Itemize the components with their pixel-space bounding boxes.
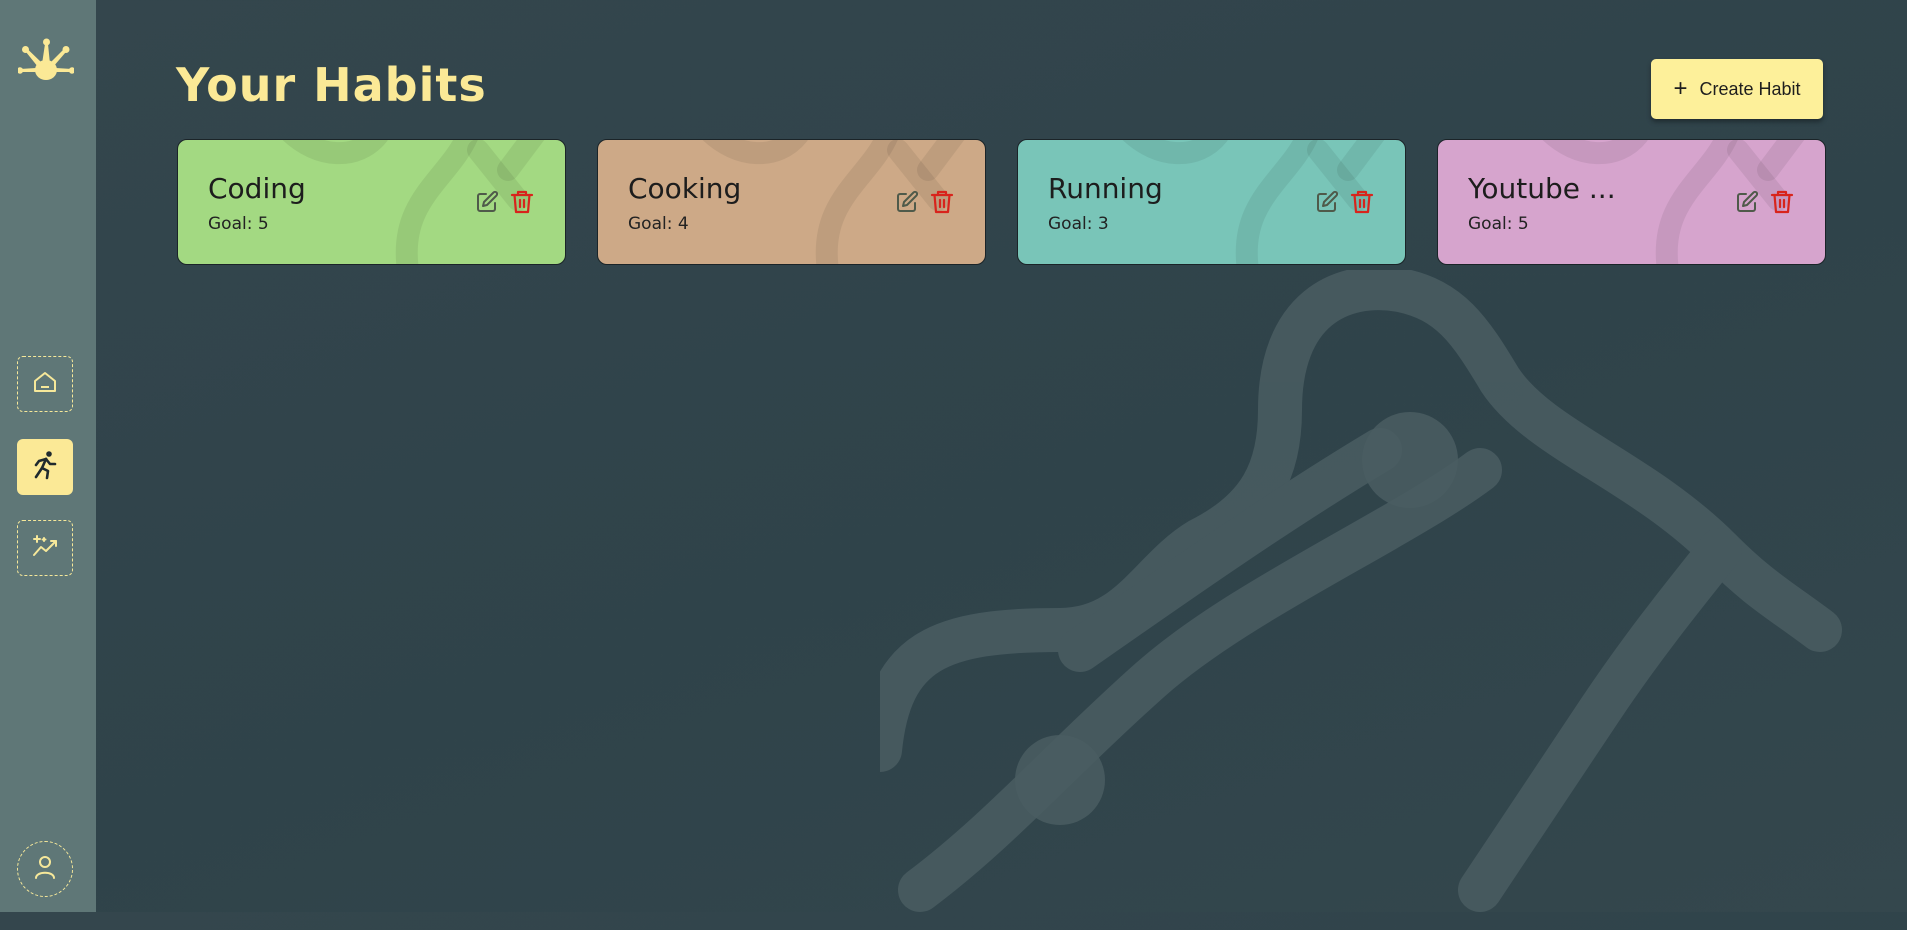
edit-icon[interactable] bbox=[474, 189, 500, 215]
main-content: Your Habits + Create Habit Coding Goal: … bbox=[96, 0, 1907, 912]
habit-goal: Goal: 4 bbox=[628, 214, 689, 234]
habit-card[interactable]: Cooking Goal: 4 bbox=[597, 139, 986, 265]
trash-icon[interactable] bbox=[1349, 189, 1375, 215]
create-habit-label: Create Habit bbox=[1699, 78, 1801, 99]
habit-name: Coding bbox=[208, 172, 306, 205]
habit-card[interactable]: Coding Goal: 5 bbox=[177, 139, 566, 265]
trash-icon[interactable] bbox=[509, 189, 535, 215]
habit-name: Cooking bbox=[628, 172, 742, 205]
nav-stats-button[interactable] bbox=[17, 520, 73, 576]
sidebar bbox=[0, 0, 96, 912]
trash-icon[interactable] bbox=[929, 189, 955, 215]
habit-card[interactable]: Running Goal: 3 bbox=[1017, 139, 1406, 265]
user-icon bbox=[32, 853, 58, 885]
nav-habits-button[interactable] bbox=[17, 439, 73, 495]
create-habit-button[interactable]: + Create Habit bbox=[1651, 59, 1823, 119]
page-title: Your Habits bbox=[176, 58, 487, 112]
sparkle-chart-icon bbox=[31, 533, 59, 563]
edit-icon[interactable] bbox=[894, 189, 920, 215]
frog-hand-icon[interactable] bbox=[16, 34, 76, 86]
trash-icon[interactable] bbox=[1769, 189, 1795, 215]
habit-card[interactable]: Youtube ... Goal: 5 bbox=[1437, 139, 1826, 265]
home-icon bbox=[32, 369, 58, 399]
habit-goal: Goal: 5 bbox=[208, 214, 269, 234]
plus-icon: + bbox=[1673, 75, 1688, 102]
nav-home-button[interactable] bbox=[17, 356, 73, 412]
profile-button[interactable] bbox=[17, 841, 73, 897]
edit-icon[interactable] bbox=[1314, 189, 1340, 215]
habit-goal: Goal: 5 bbox=[1468, 214, 1529, 234]
habit-name: Youtube ... bbox=[1468, 172, 1616, 205]
habit-name: Running bbox=[1048, 172, 1163, 205]
habit-goal: Goal: 3 bbox=[1048, 214, 1109, 234]
running-icon bbox=[31, 450, 59, 484]
edit-icon[interactable] bbox=[1734, 189, 1760, 215]
